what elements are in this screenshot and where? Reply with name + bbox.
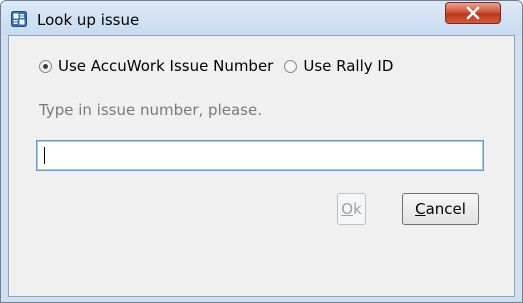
text-cursor bbox=[44, 147, 45, 164]
ok-mnemonic: O bbox=[341, 200, 354, 218]
issue-number-input[interactable] bbox=[36, 140, 484, 171]
rally-radio[interactable] bbox=[284, 59, 298, 73]
dialog-title: Look up issue bbox=[37, 11, 140, 29]
cancel-label-rest: ancel bbox=[425, 200, 466, 218]
lookup-mode-options: Use AccuWork Issue Number Use Rally ID bbox=[39, 55, 393, 77]
cancel-button[interactable]: Cancel bbox=[402, 193, 479, 225]
ok-label-rest: k bbox=[353, 200, 362, 218]
look-up-issue-dialog: Look up issue Use AccuWork Issue Number … bbox=[0, 0, 523, 303]
rally-radio-label[interactable]: Use Rally ID bbox=[303, 57, 393, 75]
title-bar[interactable]: Look up issue bbox=[1, 1, 522, 35]
close-button[interactable] bbox=[445, 2, 501, 24]
accuwork-radio[interactable] bbox=[39, 59, 52, 73]
ok-button[interactable]: Ok bbox=[337, 193, 366, 225]
close-icon bbox=[466, 6, 480, 20]
instruction-text: Type in issue number, please. bbox=[39, 101, 262, 119]
app-window-icon bbox=[11, 11, 27, 27]
cancel-mnemonic: C bbox=[415, 200, 426, 218]
accuwork-radio-label[interactable]: Use AccuWork Issue Number bbox=[58, 57, 273, 75]
